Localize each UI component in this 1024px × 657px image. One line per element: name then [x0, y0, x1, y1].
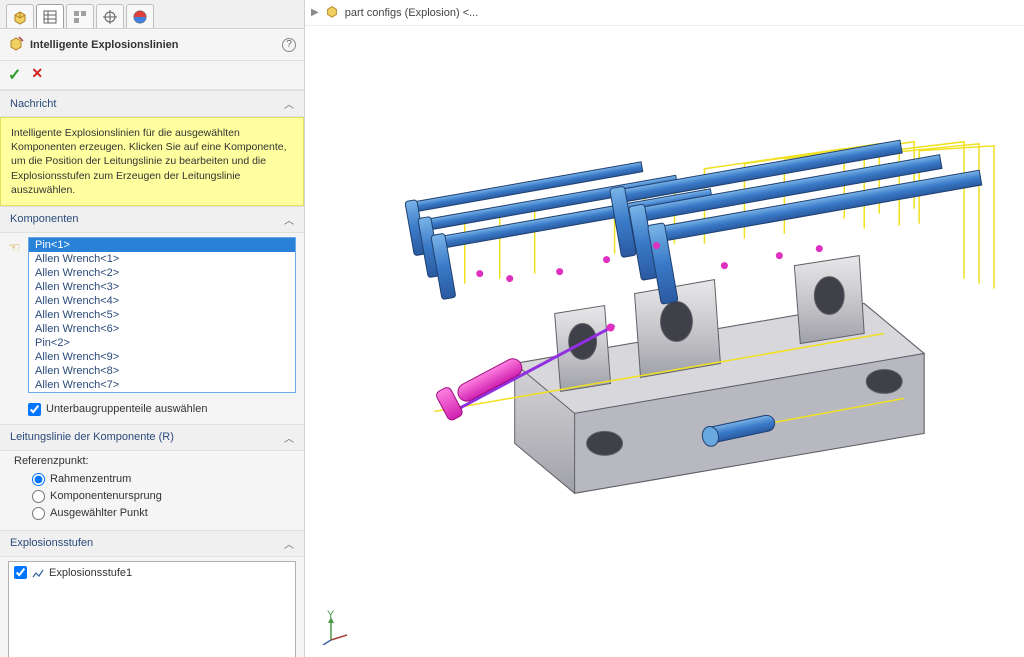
- component-item[interactable]: Allen Wrench<7>: [29, 378, 295, 392]
- section-title-route-line: Leitungslinie der Komponente (R): [10, 431, 174, 443]
- allen-wrenches: [405, 140, 982, 304]
- component-item[interactable]: Allen Wrench<5>: [29, 308, 295, 322]
- breadcrumb-cube-icon[interactable]: [325, 4, 339, 21]
- panel-scroll-content: Nachricht ︿ Intelligente Explosionslinie…: [0, 90, 304, 657]
- tab-property-manager[interactable]: [36, 4, 64, 28]
- subassembly-checkbox-row[interactable]: Unterbaugruppenteile auswählen: [0, 399, 304, 424]
- component-item[interactable]: Allen Wrench<3>: [29, 280, 295, 294]
- reference-point-label: Referenzpunkt:: [14, 455, 294, 467]
- section-title-components: Komponenten: [10, 213, 79, 225]
- radio-label-origin: Komponentenursprung: [50, 490, 162, 502]
- tab-display-manager[interactable]: [126, 4, 154, 28]
- tab-feature-tree[interactable]: [6, 4, 34, 28]
- section-header-explode-steps[interactable]: Explosionsstufen ︿: [0, 530, 304, 557]
- chevron-up-icon: ︿: [284, 536, 294, 551]
- bracket-body: [515, 256, 924, 494]
- feature-icon: [8, 35, 24, 54]
- component-item[interactable]: Allen Wrench<1>: [29, 252, 295, 266]
- radio-row-center[interactable]: Rahmenzentrum: [14, 471, 294, 488]
- viewport-breadcrumb-bar: ▶ part configs (Explosion) <...: [305, 0, 1024, 26]
- help-icon[interactable]: ?: [282, 38, 296, 52]
- explode-step-icon: [31, 566, 45, 580]
- cancel-button[interactable]: ✕: [31, 65, 43, 85]
- radio-origin[interactable]: [32, 490, 45, 503]
- radio-center[interactable]: [32, 473, 45, 486]
- message-body: Intelligente Explosionslinien für die au…: [0, 117, 304, 206]
- component-item[interactable]: Pin<2>: [29, 336, 295, 350]
- component-picker-icon: ☞: [8, 239, 21, 256]
- component-item[interactable]: Allen Wrench<4>: [29, 294, 295, 308]
- component-item[interactable]: Allen Wrench<8>: [29, 364, 295, 378]
- chevron-up-icon: ︿: [284, 212, 294, 227]
- component-list[interactable]: Pin<1> Allen Wrench<1> Allen Wrench<2> A…: [28, 237, 296, 393]
- feature-header: Intelligente Explosionslinien ?: [0, 29, 304, 61]
- view-triad: Y: [321, 615, 351, 645]
- feature-title: Intelligente Explosionslinien: [30, 39, 276, 51]
- component-item[interactable]: Allen Wrench<6>: [29, 322, 295, 336]
- component-item[interactable]: Allen Wrench<2>: [29, 266, 295, 280]
- ok-button[interactable]: ✓: [8, 65, 21, 85]
- graphics-viewport[interactable]: ▶ part configs (Explosion) <...: [305, 0, 1024, 657]
- radio-row-selected[interactable]: Ausgewählter Punkt: [14, 505, 294, 522]
- property-manager-panel: Intelligente Explosionslinien ? ✓ ✕ Nach…: [0, 0, 305, 657]
- explode-step-item[interactable]: Explosionsstufe1: [12, 565, 292, 581]
- radio-label-center: Rahmenzentrum: [50, 473, 131, 485]
- explode-step-checkbox[interactable]: [14, 566, 27, 579]
- component-item[interactable]: Pin<1>: [29, 238, 295, 252]
- chevron-up-icon: ︿: [284, 96, 294, 111]
- breadcrumb-arrow-icon[interactable]: ▶: [311, 7, 319, 18]
- section-title-message: Nachricht: [10, 98, 56, 110]
- subassembly-checkbox[interactable]: [28, 403, 41, 416]
- pin-1-selected: [435, 356, 525, 422]
- model-scene[interactable]: [305, 30, 1024, 657]
- panel-tab-row: [0, 0, 304, 29]
- breadcrumb-label[interactable]: part configs (Explosion) <...: [345, 7, 479, 19]
- section-header-route-line[interactable]: Leitungslinie der Komponente (R) ︿: [0, 424, 304, 451]
- confirm-bar: ✓ ✕: [0, 61, 304, 90]
- component-item[interactable]: Allen Wrench<9>: [29, 350, 295, 364]
- explode-step-label: Explosionsstufe1: [49, 567, 132, 579]
- chevron-up-icon: ︿: [284, 430, 294, 445]
- radio-selected[interactable]: [32, 507, 45, 520]
- radio-label-selected: Ausgewählter Punkt: [50, 507, 148, 519]
- pin-axis-endpoint: [607, 324, 615, 332]
- radio-row-origin[interactable]: Komponentenursprung: [14, 488, 294, 505]
- tab-dimxpert[interactable]: [96, 4, 124, 28]
- section-header-message[interactable]: Nachricht ︿: [0, 90, 304, 117]
- section-header-components[interactable]: Komponenten ︿: [0, 206, 304, 233]
- explode-steps-list[interactable]: Explosionsstufe1: [8, 561, 296, 657]
- tab-configuration-manager[interactable]: [66, 4, 94, 28]
- subassembly-label: Unterbaugruppenteile auswählen: [46, 403, 207, 415]
- section-title-explode-steps: Explosionsstufen: [10, 537, 93, 549]
